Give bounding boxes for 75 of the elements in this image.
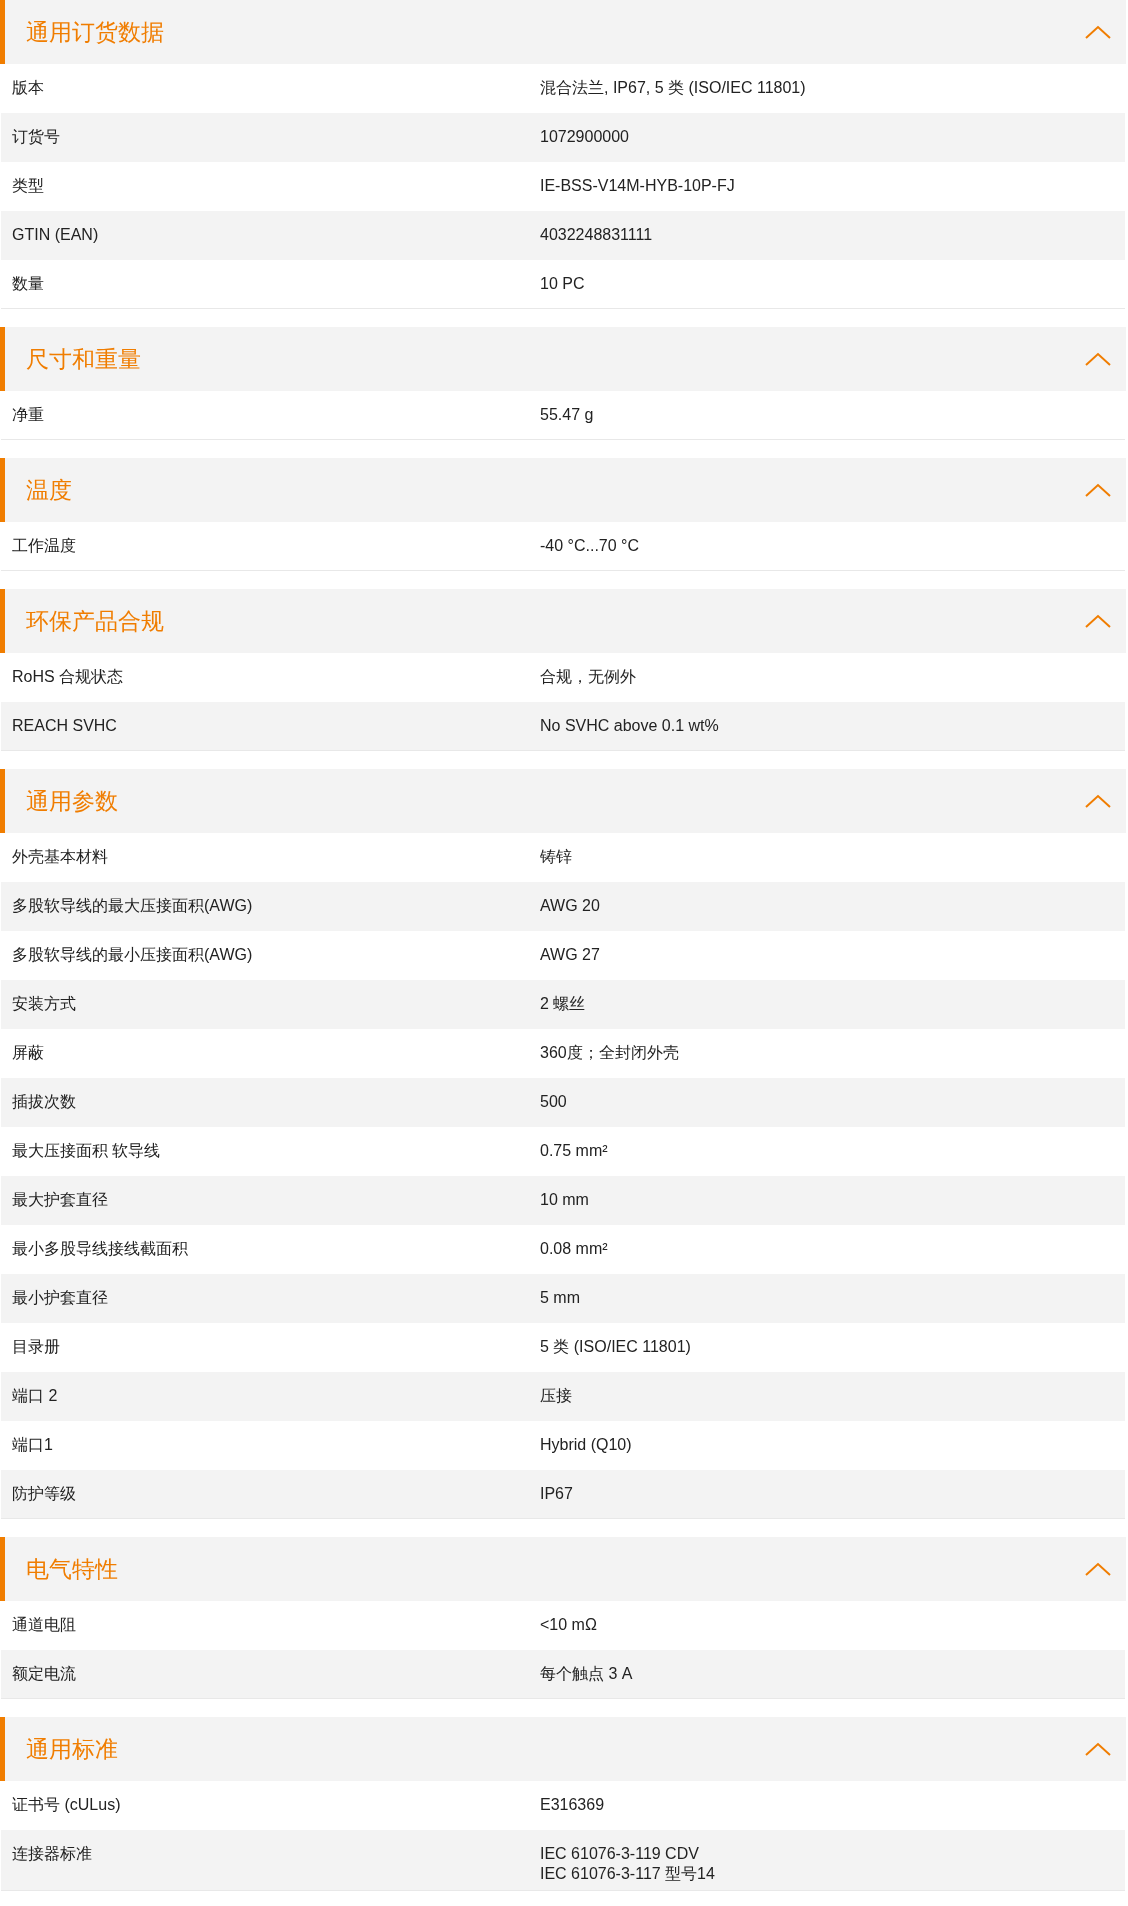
property-value: <10 mΩ — [540, 1615, 597, 1635]
property-label: 最小多股导线接线截面积 — [11, 1239, 189, 1259]
property-value: AWG 20 — [540, 896, 600, 916]
section-header[interactable]: 尺寸和重量 — [0, 327, 1126, 391]
property-value: 4032248831111 — [540, 225, 653, 245]
property-value: AWG 27 — [540, 945, 600, 965]
section-header[interactable]: 通用标准 — [0, 1717, 1126, 1781]
property-label: REACH SVHC — [11, 716, 118, 736]
property-label: 工作温度 — [11, 536, 77, 556]
property-label: 外壳基本材料 — [11, 847, 109, 867]
section-title: 通用订货数据 — [26, 17, 164, 47]
property-label: 额定电流 — [11, 1664, 77, 1684]
property-label: 多股软导线的最大压接面积(AWG) — [11, 896, 254, 916]
chevron-up-icon — [1084, 1741, 1112, 1757]
section-title: 温度 — [26, 475, 72, 505]
property-value: IEC 61076-3-119 CDV IEC 61076-3-117 型号14 — [540, 1844, 715, 1884]
chevron-up-icon — [1084, 482, 1112, 498]
property-label: GTIN (EAN) — [11, 225, 100, 245]
property-label: 订货号 — [11, 127, 61, 147]
property-value: 2 螺丝 — [540, 994, 586, 1014]
chevron-up-icon — [1084, 793, 1112, 809]
section-title: 电气特性 — [26, 1554, 118, 1584]
property-value: 10 mm — [540, 1190, 589, 1210]
property-value: E316369 — [540, 1795, 605, 1815]
property-value: 10 PC — [540, 274, 585, 294]
property-value: No SVHC above 0.1 wt% — [540, 716, 719, 736]
property-value: 混合法兰, IP67, 5 类 (ISO/IEC 11801) — [540, 78, 806, 98]
property-label: 屏蔽 — [11, 1043, 45, 1063]
chevron-up-icon — [1084, 351, 1112, 367]
property-value: 5 类 (ISO/IEC 11801) — [540, 1337, 691, 1357]
chevron-up-icon — [1084, 1561, 1112, 1577]
property-label: 证书号 (cULus) — [11, 1795, 122, 1815]
property-label: 安装方式 — [11, 994, 77, 1014]
property-label: 类型 — [11, 176, 45, 196]
property-label: 净重 — [11, 405, 45, 425]
section-title: 通用标准 — [26, 1734, 118, 1764]
property-label: RoHS 合规状态 — [11, 667, 125, 687]
property-label: 端口1 — [11, 1435, 54, 1455]
property-label: 版本 — [11, 78, 45, 98]
property-value: IP67 — [540, 1484, 573, 1504]
property-label: 多股软导线的最小压接面积(AWG) — [11, 945, 254, 965]
property-label: 防护等级 — [11, 1484, 77, 1504]
property-value: Hybrid (Q10) — [540, 1435, 632, 1455]
section-header[interactable]: 通用参数 — [0, 769, 1126, 833]
section-title: 尺寸和重量 — [26, 344, 141, 374]
property-value: 压接 — [540, 1386, 572, 1406]
chevron-up-icon — [1084, 613, 1112, 629]
property-value: 5 mm — [540, 1288, 580, 1308]
section-header[interactable]: 通用订货数据 — [0, 0, 1126, 64]
property-label: 最大护套直径 — [11, 1190, 109, 1210]
section-title: 通用参数 — [26, 786, 118, 816]
property-value: -40 °C...70 °C — [540, 536, 640, 556]
property-value: 每个触点 3 A — [540, 1664, 633, 1684]
property-label: 最大压接面积 软导线 — [11, 1141, 162, 1161]
property-value: 铸锌 — [540, 847, 572, 867]
section-title: 环保产品合规 — [26, 606, 164, 636]
chevron-up-icon — [1084, 24, 1112, 40]
property-label: 插拔次数 — [11, 1092, 77, 1112]
property-value: 0.75 mm² — [540, 1141, 608, 1161]
property-label: 端口 2 — [11, 1386, 59, 1406]
property-value: 360度；全封闭外壳 — [540, 1043, 679, 1063]
property-label: 最小护套直径 — [11, 1288, 109, 1308]
property-label: 通道电阻 — [11, 1615, 77, 1635]
section-header[interactable]: 环保产品合规 — [0, 589, 1126, 653]
section-header[interactable]: 温度 — [0, 458, 1126, 522]
property-label: 目录册 — [11, 1337, 61, 1357]
property-value: 55.47 g — [540, 405, 594, 425]
section-header[interactable]: 电气特性 — [0, 1537, 1126, 1601]
property-value: 1072900000 — [540, 127, 629, 147]
property-label: 连接器标准 — [11, 1844, 93, 1864]
property-value: IE-BSS-V14M-HYB-10P-FJ — [540, 176, 735, 196]
property-value: 合规，无例外 — [540, 667, 636, 687]
property-value: 0.08 mm² — [540, 1239, 608, 1259]
property-label: 数量 — [11, 274, 45, 294]
property-value: 500 — [540, 1092, 567, 1112]
